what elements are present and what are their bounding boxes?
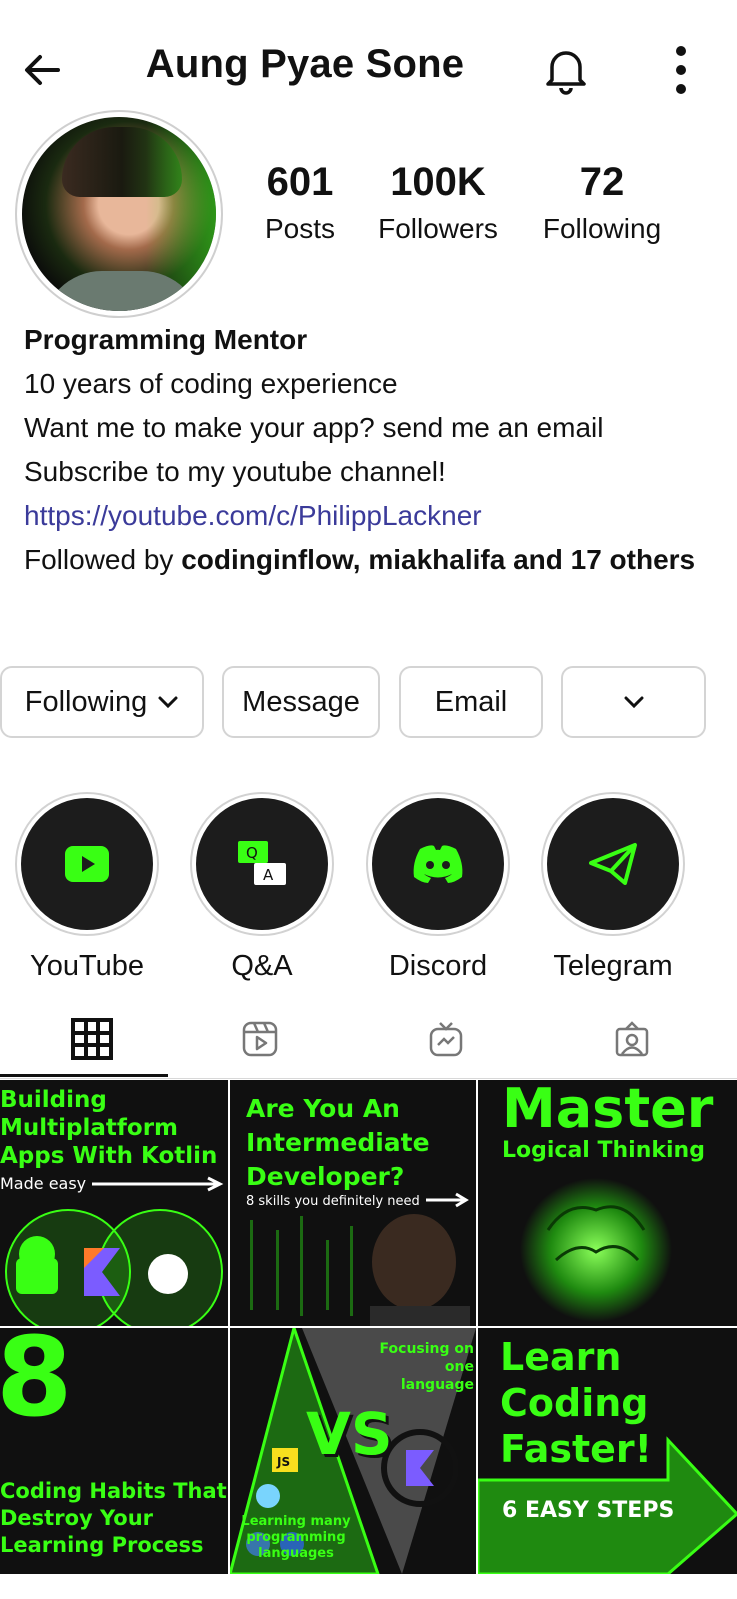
post-caption-right: Focusing on one language bbox=[379, 1341, 474, 1393]
telegram-icon bbox=[589, 843, 637, 885]
bio-line-3: Subscribe to my youtube channel! bbox=[24, 456, 446, 487]
arrow-art bbox=[478, 1436, 737, 1574]
post-subtitle: 6 EASY STEPS bbox=[502, 1498, 675, 1523]
igtv-icon bbox=[429, 1022, 463, 1057]
post-title: Building Multiplatform Apps With Kotlin bbox=[0, 1087, 218, 1169]
chevron-down-icon bbox=[624, 696, 643, 709]
following-button[interactable]: Following bbox=[0, 666, 204, 738]
following-button-label: Following bbox=[24, 685, 148, 718]
followers-count: 100K bbox=[390, 160, 486, 204]
tab-tagged[interactable] bbox=[540, 1000, 724, 1078]
tab-grid[interactable] bbox=[0, 1000, 184, 1078]
highlight-label: Q&A bbox=[231, 950, 293, 982]
posts-count: 601 bbox=[266, 160, 334, 204]
profile-bio: Programming Mentor 10 years of coding ex… bbox=[24, 318, 714, 582]
followed-by[interactable]: Followed by codinginflow, miakhalifa and… bbox=[24, 538, 714, 582]
profile-username: Aung Pyae Sone bbox=[145, 42, 465, 86]
post-title: 8 bbox=[0, 1328, 73, 1441]
post-tile[interactable]: JS Focusing on one language VS Learning … bbox=[230, 1328, 476, 1574]
followed-by-names: codinginflow, miakhalifa and 17 others bbox=[181, 544, 696, 575]
qa-icon: Q A bbox=[238, 841, 286, 885]
followed-by-prefix: Followed by bbox=[24, 544, 182, 575]
kotlin-platforms-art bbox=[5, 1176, 224, 1326]
message-button[interactable]: Message bbox=[222, 666, 380, 738]
bio-line-2: Want me to make your app? send me an ema… bbox=[24, 412, 604, 443]
post-tile[interactable]: Building Multiplatform Apps With Kotlin … bbox=[0, 1080, 228, 1326]
developer-art bbox=[250, 1192, 470, 1326]
email-button-label: Email bbox=[434, 685, 508, 718]
post-tile[interactable]: Master Logical Thinking bbox=[478, 1080, 737, 1326]
bio-line-1: 10 years of coding experience bbox=[24, 368, 398, 399]
followers-label: Followers bbox=[378, 213, 498, 244]
youtube-icon bbox=[65, 846, 109, 882]
highlight-label: YouTube bbox=[30, 950, 144, 982]
highlight-qa[interactable]: Q A Q&A bbox=[190, 792, 334, 983]
following-count: 72 bbox=[579, 160, 625, 204]
tab-igtv[interactable] bbox=[354, 1000, 538, 1078]
svg-text:JS: JS bbox=[276, 1455, 290, 1469]
highlight-discord[interactable]: Discord bbox=[366, 792, 510, 983]
more-vertical-icon[interactable] bbox=[668, 44, 694, 96]
highlight-label: Telegram bbox=[553, 950, 673, 982]
post-subtitle: Coding Habits That Destroy Your Learning… bbox=[0, 1479, 227, 1557]
tab-reels[interactable] bbox=[168, 1000, 352, 1078]
chevron-down-icon bbox=[158, 696, 178, 709]
following-label: Following bbox=[542, 213, 662, 244]
stat-posts[interactable]: 601 Posts bbox=[250, 160, 350, 245]
avatar[interactable] bbox=[22, 117, 216, 311]
stat-followers[interactable]: 100K Followers bbox=[370, 160, 506, 245]
profile-tabs bbox=[0, 1000, 737, 1079]
stat-following[interactable]: 72 Following bbox=[532, 160, 672, 245]
post-title: VS bbox=[306, 1400, 393, 1468]
bio-name: Programming Mentor bbox=[24, 324, 308, 355]
svg-text:Q: Q bbox=[246, 844, 258, 862]
brain-art bbox=[520, 1178, 672, 1322]
grid-icon bbox=[71, 1018, 113, 1060]
tagged-icon bbox=[615, 1021, 649, 1057]
post-caption-left: Learning many programming languages bbox=[241, 1514, 351, 1561]
email-button[interactable]: Email bbox=[399, 666, 543, 738]
reels-icon bbox=[242, 1021, 278, 1057]
post-tile[interactable]: Are You An Intermediate Developer? 8 ski… bbox=[230, 1080, 476, 1326]
highlight-telegram[interactable]: Telegram bbox=[541, 792, 685, 983]
highlight-youtube[interactable]: YouTube bbox=[15, 792, 159, 983]
active-tab-indicator bbox=[0, 1074, 168, 1077]
bio-link[interactable]: https://youtube.com/c/PhilippLackner bbox=[24, 494, 714, 538]
svg-text:A: A bbox=[263, 866, 274, 884]
posts-label: Posts bbox=[264, 213, 336, 244]
suggestions-button[interactable] bbox=[561, 666, 706, 738]
bell-icon[interactable] bbox=[538, 42, 594, 98]
discord-icon bbox=[413, 845, 463, 883]
post-tile[interactable]: 8 Coding Habits That Destroy Your Learni… bbox=[0, 1328, 228, 1574]
back-arrow-icon[interactable] bbox=[20, 48, 64, 92]
message-button-label: Message bbox=[242, 685, 360, 718]
highlight-label: Discord bbox=[388, 950, 488, 982]
post-tile[interactable]: Learn Coding Faster! 6 EASY STEPS bbox=[478, 1328, 737, 1574]
